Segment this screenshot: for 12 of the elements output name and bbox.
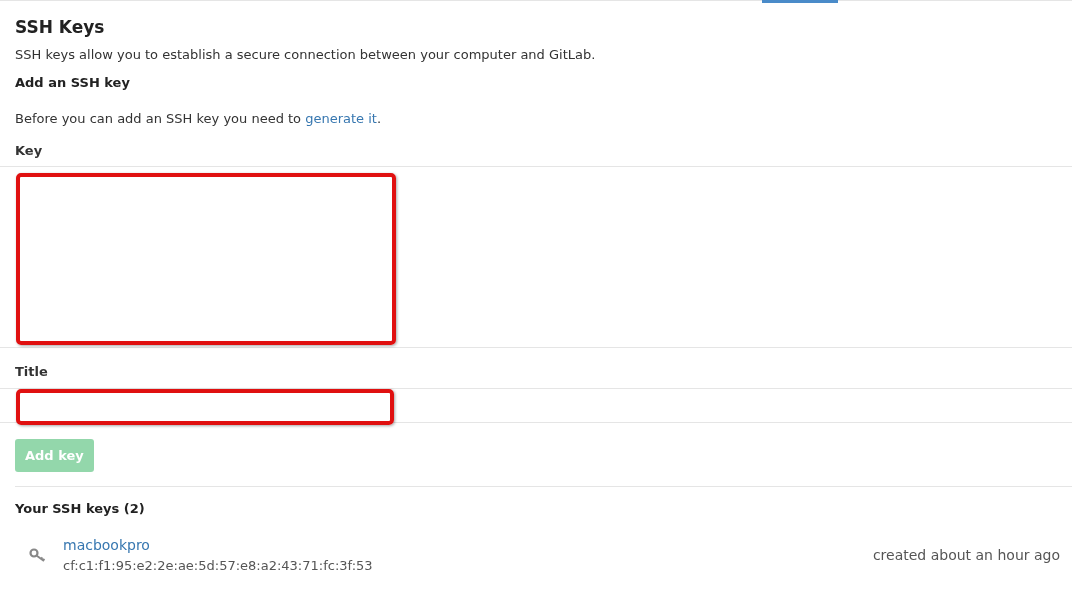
help-text: Before you can add an SSH key you need to generate it. (15, 109, 383, 128)
intro-text: SSH keys allow you to establish a secure connection between your computer and GitLab. (15, 46, 597, 65)
section-title: Add an SSH key (15, 74, 131, 93)
field-label: Key (15, 141, 43, 160)
field-label: Title (15, 363, 48, 382)
created-time: created about an hour ago (872, 545, 1060, 565)
key-fingerprint: cf:c1:f1:95:e2:2e:ae:5d:57:e8:a2:43:71:fc:3f:53 (63, 556, 374, 575)
key-icon (29, 548, 47, 563)
key-title-link[interactable]: macbookpro (63, 534, 873, 556)
generate-link[interactable]: generate it (305, 110, 377, 126)
page-heading: SSH Keys (15, 17, 106, 38)
section-title: Your SSH keys (2) (15, 500, 146, 519)
